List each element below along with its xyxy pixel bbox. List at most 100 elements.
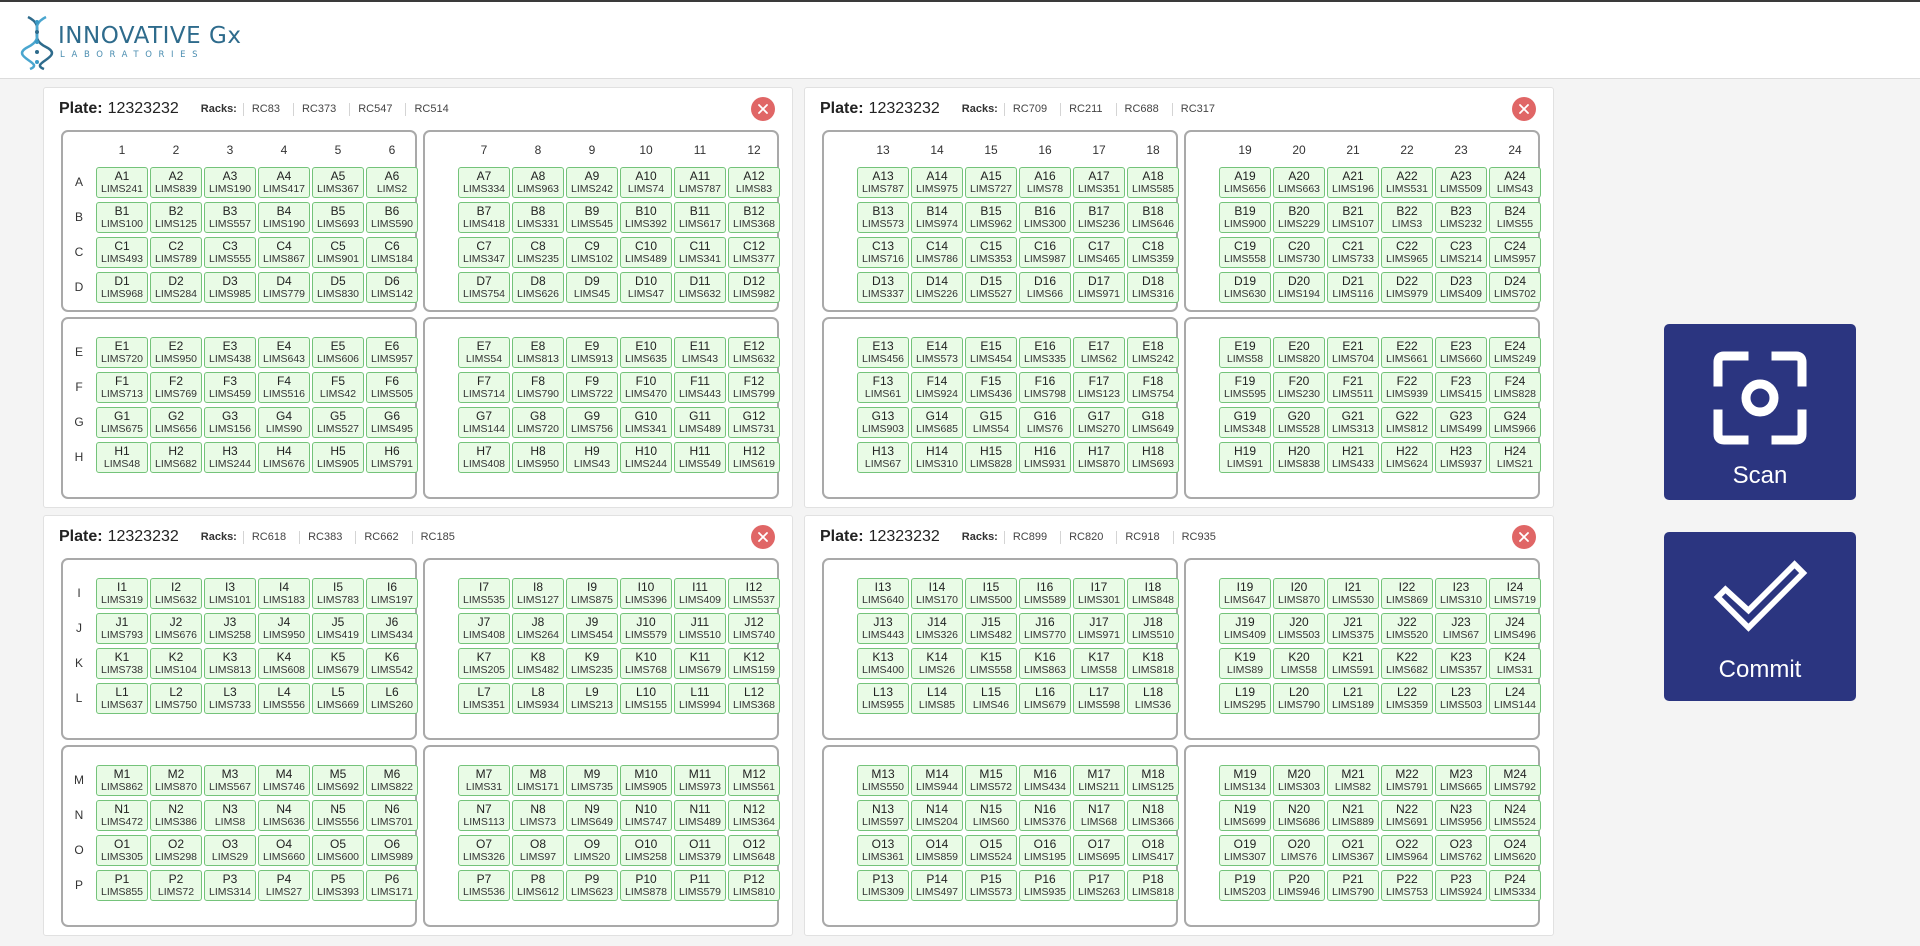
well-cell[interactable]: A15 LIMS727 (965, 167, 1017, 198)
well-cell[interactable]: O2 LIMS298 (150, 835, 202, 866)
well-cell[interactable]: B15 LIMS962 (965, 202, 1017, 233)
well-cell[interactable]: M15 LIMS572 (965, 765, 1017, 796)
well-cell[interactable]: E16 LIMS335 (1019, 337, 1071, 368)
well-cell[interactable]: B17 LIMS236 (1073, 202, 1125, 233)
well-cell[interactable]: G2 LIMS656 (150, 407, 202, 438)
well-cell[interactable]: C23 LIMS214 (1435, 237, 1487, 268)
well-cell[interactable]: D9 LIMS45 (566, 272, 618, 303)
well-cell[interactable]: O12 LIMS648 (728, 835, 780, 866)
well-cell[interactable]: M13 LIMS550 (857, 765, 909, 796)
well-cell[interactable]: M1 LIMS862 (96, 765, 148, 796)
well-cell[interactable]: A18 LIMS585 (1127, 167, 1179, 198)
well-cell[interactable]: I24 LIMS719 (1489, 578, 1541, 609)
well-cell[interactable]: L17 LIMS598 (1073, 683, 1125, 714)
well-cell[interactable]: B16 LIMS300 (1019, 202, 1071, 233)
well-cell[interactable]: P21 LIMS790 (1327, 870, 1379, 901)
well-cell[interactable]: A21 LIMS196 (1327, 167, 1379, 198)
close-plate-button[interactable] (751, 97, 775, 121)
well-cell[interactable]: M2 LIMS870 (150, 765, 202, 796)
well-cell[interactable]: E15 LIMS454 (965, 337, 1017, 368)
well-cell[interactable]: P17 LIMS263 (1073, 870, 1125, 901)
well-cell[interactable]: J4 LIMS950 (258, 613, 310, 644)
well-cell[interactable]: F5 LIMS42 (312, 372, 364, 403)
well-cell[interactable]: I2 LIMS632 (150, 578, 202, 609)
well-cell[interactable]: L1 LIMS637 (96, 683, 148, 714)
well-cell[interactable]: H19 LIMS91 (1219, 442, 1271, 473)
close-plate-button[interactable] (1512, 97, 1536, 121)
well-cell[interactable]: H7 LIMS408 (458, 442, 510, 473)
well-cell[interactable]: O8 LIMS97 (512, 835, 564, 866)
well-cell[interactable]: L23 LIMS503 (1435, 683, 1487, 714)
well-cell[interactable]: D24 LIMS702 (1489, 272, 1541, 303)
well-cell[interactable]: G10 LIMS341 (620, 407, 672, 438)
well-cell[interactable]: G18 LIMS649 (1127, 407, 1179, 438)
well-cell[interactable]: M14 LIMS944 (911, 765, 963, 796)
well-cell[interactable]: O17 LIMS695 (1073, 835, 1125, 866)
well-cell[interactable]: D12 LIMS982 (728, 272, 780, 303)
well-cell[interactable]: L19 LIMS295 (1219, 683, 1271, 714)
well-cell[interactable]: B9 LIMS545 (566, 202, 618, 233)
well-cell[interactable]: H5 LIMS905 (312, 442, 364, 473)
well-cell[interactable]: J3 LIMS258 (204, 613, 256, 644)
well-cell[interactable]: N10 LIMS747 (620, 800, 672, 831)
well-cell[interactable]: A20 LIMS663 (1273, 167, 1325, 198)
well-cell[interactable]: I23 LIMS310 (1435, 578, 1487, 609)
well-cell[interactable]: O11 LIMS379 (674, 835, 726, 866)
well-cell[interactable]: L9 LIMS213 (566, 683, 618, 714)
well-cell[interactable]: K2 LIMS104 (150, 648, 202, 679)
well-cell[interactable]: C13 LIMS716 (857, 237, 909, 268)
well-cell[interactable]: H1 LIMS48 (96, 442, 148, 473)
well-cell[interactable]: B6 LIMS590 (366, 202, 418, 233)
well-cell[interactable]: E7 LIMS54 (458, 337, 510, 368)
well-cell[interactable]: K4 LIMS608 (258, 648, 310, 679)
well-cell[interactable]: E11 LIMS43 (674, 337, 726, 368)
well-cell[interactable]: G15 LIMS54 (965, 407, 1017, 438)
well-cell[interactable]: M9 LIMS735 (566, 765, 618, 796)
well-cell[interactable]: M23 LIMS665 (1435, 765, 1487, 796)
well-cell[interactable]: C3 LIMS555 (204, 237, 256, 268)
well-cell[interactable]: F15 LIMS436 (965, 372, 1017, 403)
well-cell[interactable]: G6 LIMS495 (366, 407, 418, 438)
well-cell[interactable]: J14 LIMS326 (911, 613, 963, 644)
well-cell[interactable]: H20 LIMS838 (1273, 442, 1325, 473)
well-cell[interactable]: P24 LIMS334 (1489, 870, 1541, 901)
well-cell[interactable]: H13 LIMS67 (857, 442, 909, 473)
well-cell[interactable]: A14 LIMS975 (911, 167, 963, 198)
well-cell[interactable]: K5 LIMS679 (312, 648, 364, 679)
well-cell[interactable]: L22 LIMS359 (1381, 683, 1433, 714)
well-cell[interactable]: N23 LIMS956 (1435, 800, 1487, 831)
well-cell[interactable]: I10 LIMS396 (620, 578, 672, 609)
well-cell[interactable]: A16 LIMS78 (1019, 167, 1071, 198)
well-cell[interactable]: J9 LIMS454 (566, 613, 618, 644)
well-cell[interactable]: I6 LIMS197 (366, 578, 418, 609)
well-cell[interactable]: E19 LIMS58 (1219, 337, 1271, 368)
well-cell[interactable]: J22 LIMS520 (1381, 613, 1433, 644)
well-cell[interactable]: J8 LIMS264 (512, 613, 564, 644)
well-cell[interactable]: D18 LIMS316 (1127, 272, 1179, 303)
well-cell[interactable]: H23 LIMS937 (1435, 442, 1487, 473)
well-cell[interactable]: C7 LIMS347 (458, 237, 510, 268)
well-cell[interactable]: L13 LIMS955 (857, 683, 909, 714)
well-cell[interactable]: I18 LIMS848 (1127, 578, 1179, 609)
well-cell[interactable]: F24 LIMS828 (1489, 372, 1541, 403)
well-cell[interactable]: A10 LIMS74 (620, 167, 672, 198)
well-cell[interactable]: F20 LIMS230 (1273, 372, 1325, 403)
well-cell[interactable]: P20 LIMS946 (1273, 870, 1325, 901)
well-cell[interactable]: N8 LIMS73 (512, 800, 564, 831)
well-cell[interactable]: G3 LIMS156 (204, 407, 256, 438)
scan-button[interactable]: Scan (1664, 324, 1856, 500)
well-cell[interactable]: C2 LIMS789 (150, 237, 202, 268)
well-cell[interactable]: I11 LIMS409 (674, 578, 726, 609)
well-cell[interactable]: H15 LIMS828 (965, 442, 1017, 473)
well-cell[interactable]: A9 LIMS242 (566, 167, 618, 198)
well-cell[interactable]: N16 LIMS376 (1019, 800, 1071, 831)
well-cell[interactable]: J12 LIMS740 (728, 613, 780, 644)
well-cell[interactable]: M22 LIMS791 (1381, 765, 1433, 796)
well-cell[interactable]: L4 LIMS556 (258, 683, 310, 714)
well-cell[interactable]: E23 LIMS660 (1435, 337, 1487, 368)
well-cell[interactable]: F13 LIMS61 (857, 372, 909, 403)
well-cell[interactable]: N14 LIMS204 (911, 800, 963, 831)
well-cell[interactable]: L24 LIMS144 (1489, 683, 1541, 714)
well-cell[interactable]: N21 LIMS889 (1327, 800, 1379, 831)
well-cell[interactable]: E2 LIMS950 (150, 337, 202, 368)
